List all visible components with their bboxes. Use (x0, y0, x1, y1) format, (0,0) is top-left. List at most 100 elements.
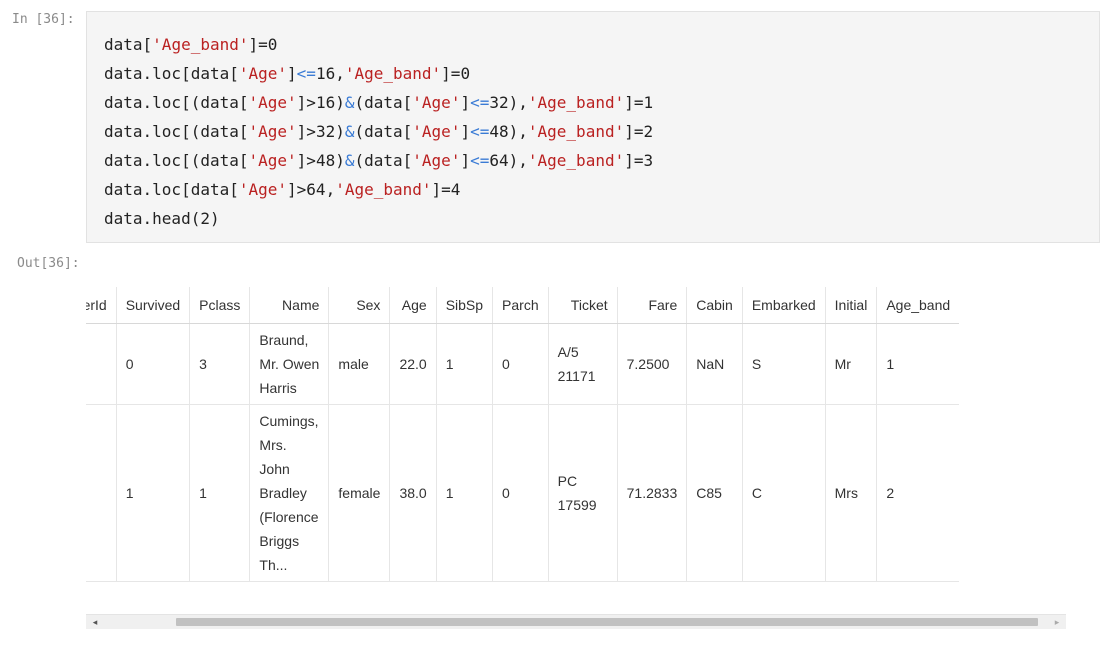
code-string-token: 'Age' (248, 93, 297, 112)
table-cell: male (328, 323, 390, 405)
table-cell: C (741, 404, 826, 582)
code-token: (data[ (354, 93, 413, 112)
column-header: Survived (115, 287, 190, 324)
code-token: ] (287, 64, 297, 83)
code-token: data[ (104, 35, 153, 54)
column-header: Parch (492, 287, 549, 324)
code-token: ]>32) (296, 122, 345, 141)
code-token: ]>48) (296, 151, 345, 170)
code-token: 16, (315, 64, 345, 83)
column-header: Embarked (741, 287, 826, 324)
code-editor[interactable]: data['Age_band']=0 data.loc[data['Age']<=… (104, 30, 653, 233)
column-header: Pclass (189, 287, 250, 324)
table-cell: female (328, 404, 390, 582)
table-row: 0 3 Braund, Mr. Owen Harris male 22.0 1 0 A/5 2… (86, 323, 960, 405)
code-token: 32), (489, 93, 528, 112)
code-token: (data[ (354, 151, 413, 170)
column-header: Fare (616, 287, 687, 324)
table-cell: Mrs (824, 404, 877, 582)
code-line: data.loc[(data['Age']>48)&(data['Age']<=… (104, 146, 653, 175)
table-row: 1 1 Cumings, Mrs. John Bradley (Florence B… (86, 404, 960, 582)
column-header: Age (389, 287, 437, 324)
table-header-row: ngerIdSurvivedPclassNameSexAgeSibSpParch… (86, 287, 960, 324)
table-cell: A/5 21171 (547, 323, 618, 405)
code-token: data.head(2) (104, 209, 220, 228)
code-string-token: 'Age_band' (527, 93, 625, 112)
table-cell (86, 404, 117, 582)
column-header: SibSp (435, 287, 493, 324)
table-cell: NaN (686, 323, 743, 405)
code-string-token: 'Age' (238, 180, 288, 199)
code-token: ]>64, (287, 180, 336, 199)
code-line: data['Age_band']=0 (104, 30, 653, 59)
code-string-token: 'Age_band' (527, 151, 625, 170)
code-operator-token: <= (296, 64, 316, 83)
table-cell: S (741, 323, 826, 405)
table-cell: 1 (189, 404, 250, 582)
code-string-token: 'Age_band' (344, 64, 442, 83)
input-prompt: In [36]: (12, 12, 75, 27)
code-line: data.loc[(data['Age']>16)&(data['Age']<=… (104, 88, 653, 117)
code-line: data.loc[data['Age']<=16,'Age_band']=0 (104, 59, 653, 88)
table-cell (86, 323, 117, 405)
table-cell: 1 (115, 404, 190, 582)
code-string-token: 'Age' (238, 64, 288, 83)
table-cell: 1 (876, 323, 960, 405)
column-header: ngerId (86, 287, 117, 324)
code-line: data.loc[(data['Age']>32)&(data['Age']<=… (104, 117, 653, 146)
code-operator-token: <= (470, 93, 490, 112)
code-token: ]=2 (624, 122, 654, 141)
code-string-token: 'Age' (248, 151, 297, 170)
table-cell: 2 (876, 404, 960, 582)
code-token: data.loc[data[ (104, 180, 239, 199)
code-line: data.loc[data['Age']>64,'Age_band']=4 (104, 175, 653, 204)
table-cell: 71.2833 (616, 404, 687, 582)
column-header: Age_band (876, 287, 960, 324)
code-operator-token: <= (470, 151, 490, 170)
dataframe-output: ngerIdSurvivedPclassNameSexAgeSibSpParch… (86, 287, 1066, 627)
code-input-area[interactable]: data['Age_band']=0 data.loc[data['Age']<=… (86, 11, 1100, 243)
code-string-token: 'Age' (412, 122, 461, 141)
table-cell: 1 (435, 323, 493, 405)
scroll-left-arrow-icon[interactable]: ◂ (88, 617, 102, 628)
table-cell: 0 (115, 323, 190, 405)
table-cell: 38.0 (389, 404, 437, 582)
code-string-token: 'Age_band' (152, 35, 249, 54)
code-token: ] (460, 122, 471, 141)
column-header: Sex (328, 287, 390, 324)
code-token: ]=0 (441, 64, 471, 83)
code-token: data.loc[(data[ (104, 122, 249, 141)
code-token: ] (460, 151, 471, 170)
horizontal-scrollbar[interactable]: ◂ ▸ (86, 614, 1066, 629)
code-string-token: 'Age' (248, 122, 297, 141)
table-cell: 0 (492, 323, 549, 405)
column-header: Ticket (547, 287, 618, 324)
scrollbar-thumb[interactable] (176, 618, 1038, 626)
code-string-token: 'Age_band' (527, 122, 625, 141)
output-prompt: Out[36]: (17, 256, 80, 271)
table-cell: Cumings, Mrs. John Bradley (Florence Bri… (249, 404, 329, 582)
code-token: ] (460, 93, 471, 112)
code-string-token: 'Age' (412, 93, 461, 112)
code-token: 48), (489, 122, 528, 141)
table-cell: C85 (686, 404, 743, 582)
table-cell: 0 (492, 404, 549, 582)
code-operator-token: <= (470, 122, 490, 141)
code-line: data.head(2) (104, 204, 653, 233)
code-token: data.loc[data[ (104, 64, 239, 83)
table-cell: 3 (189, 323, 250, 405)
code-token: (data[ (354, 122, 413, 141)
code-token: 64), (489, 151, 528, 170)
code-token: ]=4 (431, 180, 461, 199)
table-cell: Braund, Mr. Owen Harris (249, 323, 329, 405)
dataframe-table: ngerIdSurvivedPclassNameSexAgeSibSpParch… (86, 287, 960, 582)
table-cell: PC 17599 (547, 404, 618, 582)
column-header: Initial (824, 287, 877, 324)
scroll-right-arrow-icon[interactable]: ▸ (1050, 617, 1064, 628)
code-token: ]=1 (624, 93, 654, 112)
code-token: ]=0 (248, 35, 278, 54)
table-cell: 7.2500 (616, 323, 687, 405)
code-token: ]=3 (624, 151, 654, 170)
table-cell: 1 (435, 404, 493, 582)
code-string-token: 'Age_band' (335, 180, 432, 199)
